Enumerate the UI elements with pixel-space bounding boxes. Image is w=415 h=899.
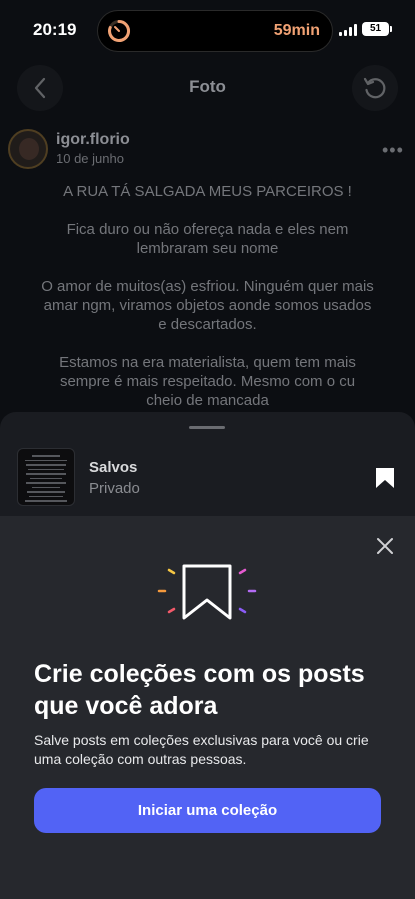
clock-time: 20:19 (33, 20, 77, 39)
post-page: Foto igor.florio 10 de junho ••• A RUA T… (0, 62, 415, 462)
close-icon (377, 538, 393, 554)
bookmark-filled-icon[interactable] (375, 467, 395, 489)
sheet-drag-handle[interactable] (189, 426, 225, 429)
refresh-button[interactable] (352, 65, 398, 111)
timer-remaining: 59min (273, 22, 320, 39)
refresh-icon (363, 77, 386, 99)
caption-paragraph: O amor de muitos(as) esfriou. Ninguém qu… (41, 278, 374, 333)
collection-name[interactable]: Salvos (89, 459, 137, 476)
start-collection-button[interactable]: Iniciar uma coleção (34, 788, 381, 833)
timer-icon (108, 19, 131, 42)
bookmark-outline-icon (157, 564, 257, 620)
caption-paragraph: Estamos na era materialista, quem tem ma… (59, 354, 356, 409)
more-dots-icon[interactable]: ••• (382, 140, 404, 161)
post-username[interactable]: igor.florio (56, 131, 130, 149)
post-caption: A RUA TÁ SALGADA MEUS PARCEIROS ! Fica d… (40, 182, 375, 429)
cellular-signal-icon (339, 24, 357, 36)
saved-confirmation-sheet: Salvos Privado (0, 412, 415, 522)
create-collection-modal: Crie coleções com os posts que você ador… (0, 516, 415, 899)
modal-headline: Crie coleções com os posts que você ador… (34, 660, 365, 720)
close-button[interactable] (373, 534, 397, 558)
battery-indicator: 51 (362, 22, 392, 36)
saved-post-thumbnail[interactable] (17, 448, 75, 506)
post-date: 10 de junho (56, 151, 124, 166)
dynamic-island[interactable]: 59min (97, 10, 333, 52)
caption-paragraph: Fica duro ou não ofereça nada e eles nem… (66, 221, 349, 257)
status-bar: 20:19 59min 51 (0, 0, 415, 62)
avatar[interactable] (8, 129, 48, 169)
modal-description: Salve posts em coleções exclusivas para … (34, 732, 369, 767)
collection-privacy: Privado (89, 480, 140, 497)
caption-paragraph: A RUA TÁ SALGADA MEUS PARCEIROS ! (63, 183, 352, 200)
